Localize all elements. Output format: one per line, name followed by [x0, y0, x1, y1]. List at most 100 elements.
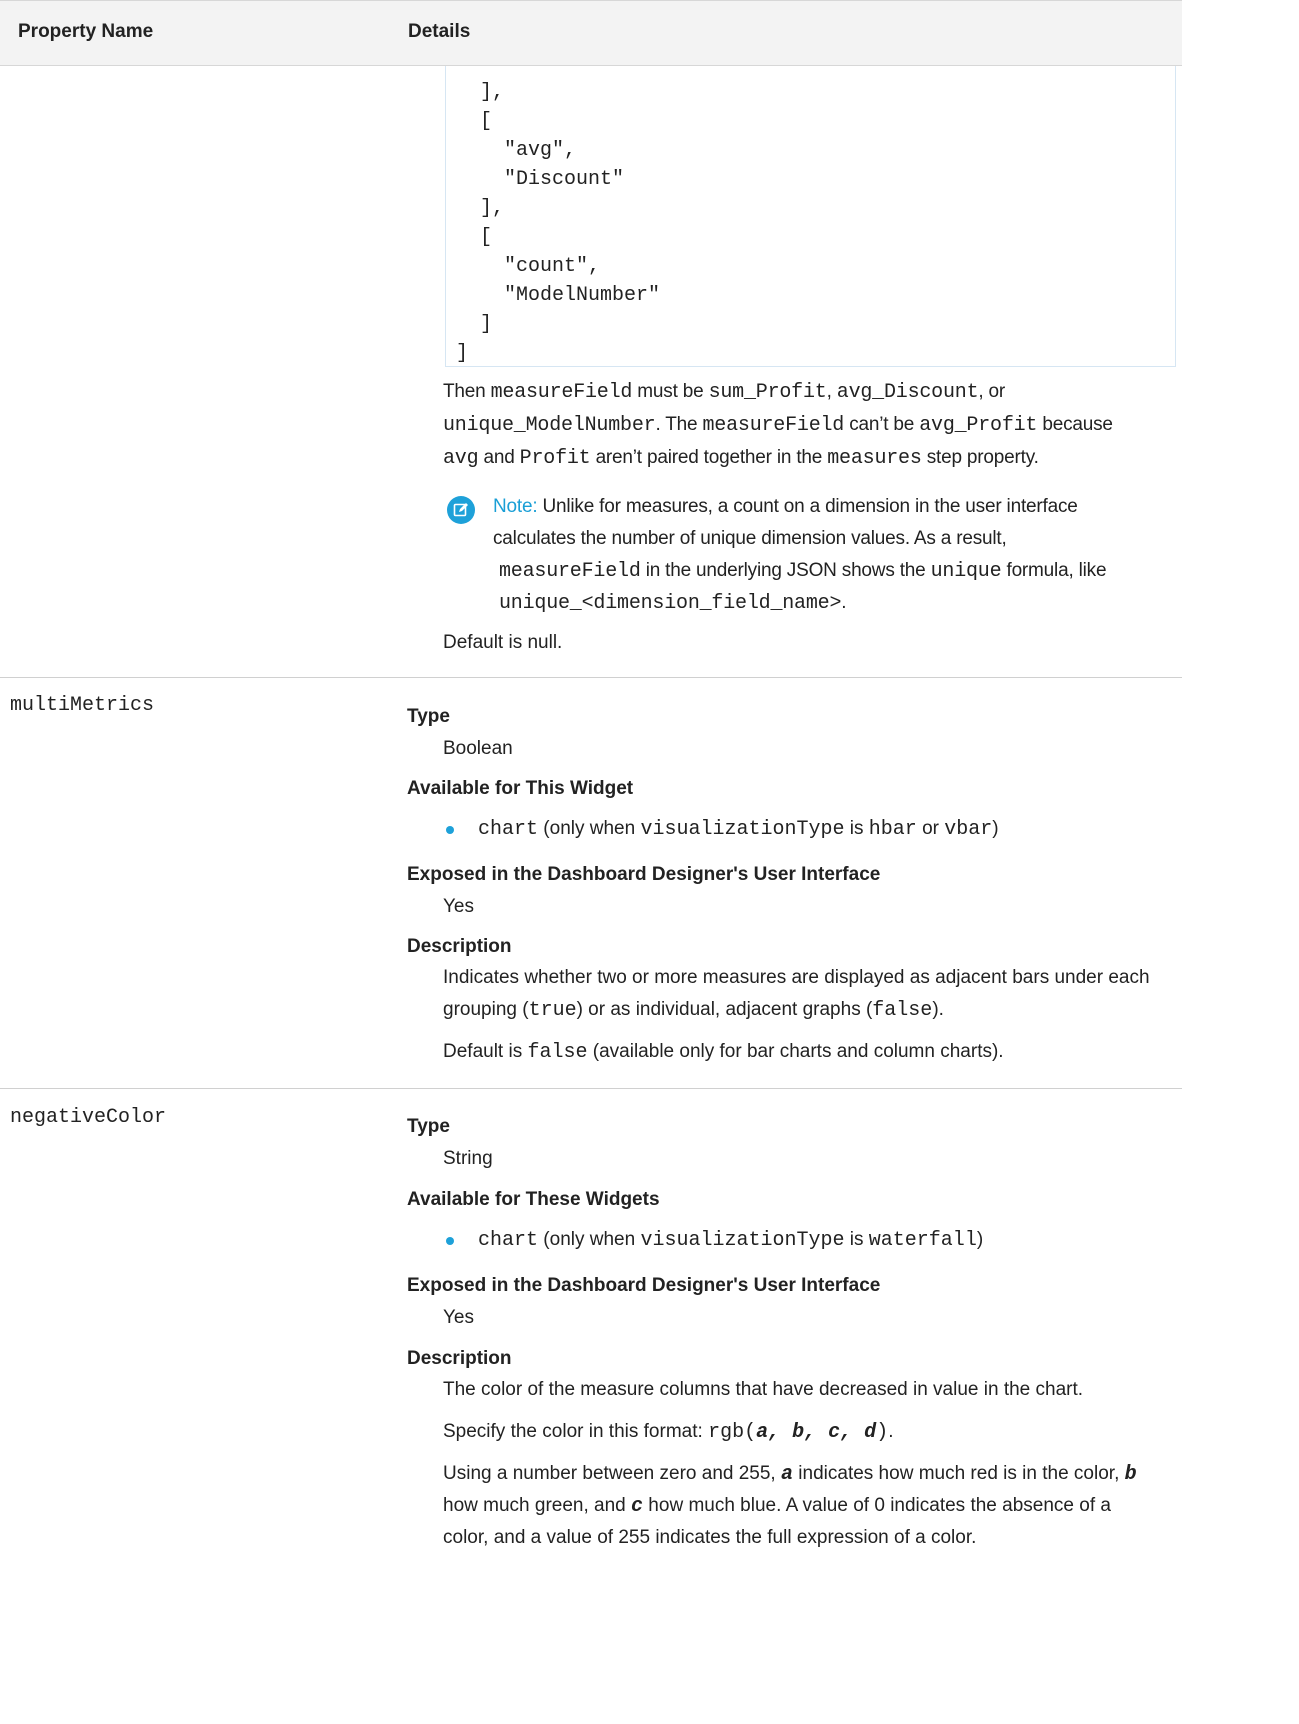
type-label: Type	[407, 1116, 450, 1137]
text: is	[844, 1229, 869, 1250]
text: ) or as individual, adjacent graphs (	[576, 999, 873, 1020]
code-unique-dimension: unique_<dimension_field_name>	[499, 592, 842, 615]
description-line: The color of the measure columns that ha…	[443, 1379, 1084, 1400]
property-table: Property Name Details ], [ "avg", "Disco…	[0, 0, 1182, 1724]
text: )	[992, 818, 999, 839]
format-line: Specify the color in this format: rgb(a,…	[443, 1421, 893, 1444]
code-line: [	[456, 226, 493, 249]
text: (only when	[538, 818, 641, 839]
text: . The	[655, 414, 703, 435]
text: calculates the number of unique dimensio…	[493, 528, 1007, 549]
bullet-dot-icon	[446, 1237, 454, 1245]
default-null-text: Default is null.	[443, 632, 563, 653]
code-avg-discount: avg_Discount	[836, 381, 979, 404]
code-rgb: rgb(	[708, 1421, 757, 1444]
text: aren’t paired together in the	[590, 447, 828, 468]
text: Default is	[443, 1041, 528, 1062]
code-unique-modelnumber: unique_ModelNumber	[443, 414, 656, 437]
text: Specify the color in this format:	[443, 1421, 709, 1442]
type-value: String	[443, 1148, 493, 1169]
code-measurefield: measureField	[499, 560, 641, 583]
usage-line: Using a number between zero and 255, a i…	[443, 1463, 1137, 1486]
text: (available only for bar charts and colum…	[587, 1041, 1004, 1062]
code-sum-profit: sum_Profit	[708, 381, 827, 404]
text: ).	[932, 999, 944, 1020]
code-line: ]	[456, 313, 493, 336]
code-measurefield: measureField	[490, 381, 633, 404]
text: because	[1037, 414, 1113, 435]
text: ,	[826, 381, 837, 402]
default-value-text: Default is false (available only for bar…	[443, 1041, 1004, 1064]
usage-line: color, and a value of 255 indicates the …	[443, 1527, 977, 1548]
description-line: grouping (true) or as individual, adjace…	[443, 999, 944, 1022]
text: (only when	[538, 1229, 641, 1250]
code-measures: measures	[827, 447, 922, 470]
var-d: d	[864, 1421, 877, 1444]
code-block: ], [ "avg", "Discount" ], [ "count", "Mo…	[445, 66, 1176, 367]
description-label: Description	[407, 1348, 512, 1369]
code-chart: chart	[478, 818, 539, 841]
row-divider	[0, 1088, 1182, 1089]
text: indicates how much red is in the color,	[793, 1463, 1125, 1484]
text: must be	[632, 381, 709, 402]
var-a: a	[781, 1463, 794, 1486]
text: .	[841, 592, 847, 613]
text: can’t be	[844, 414, 920, 435]
var-c: c	[828, 1421, 841, 1444]
type-value: Boolean	[443, 738, 513, 759]
exposed-label: Exposed in the Dashboard Designer's User…	[407, 1275, 881, 1296]
code-chart: chart	[478, 1229, 539, 1252]
var-b: b	[1124, 1463, 1137, 1486]
code-avg-profit: avg_Profit	[919, 414, 1038, 437]
code-line: "avg",	[456, 139, 577, 162]
code-false: false	[872, 999, 933, 1022]
description-label: Description	[407, 936, 512, 957]
var-c: c	[631, 1495, 644, 1518]
code-vbar: vbar	[944, 818, 993, 841]
text: Then	[443, 381, 491, 402]
property-name-negativecolor: negativeColor	[10, 1106, 167, 1129]
available-label: Available for This Widget	[407, 778, 634, 799]
code-waterfall: waterfall	[868, 1229, 977, 1252]
text: how much blue. A value of 0 indicates th…	[643, 1495, 1111, 1516]
edit-pencil-icon	[447, 496, 475, 524]
column-header-property-name: Property Name	[18, 21, 154, 42]
code-true: true	[528, 999, 577, 1022]
note-callout: Note: Unlike for measures, a count on a …	[493, 492, 1183, 622]
available-label: Available for These Widgets	[407, 1189, 660, 1210]
code-unique: unique	[930, 560, 1002, 583]
text: step property.	[921, 447, 1039, 468]
text: in the underlying JSON shows the	[640, 560, 931, 581]
text: ,	[840, 1421, 865, 1444]
available-value: chart (only when visualizationType is hb…	[478, 818, 999, 841]
code-line: ],	[456, 81, 505, 104]
text: Using a number between zero and 255,	[443, 1463, 781, 1484]
measure-field-paragraph: Then measureField must be sum_Profit, av…	[443, 377, 1181, 477]
code-block-text: ], [ "avg", "Discount" ], [ "count", "Mo…	[456, 78, 660, 368]
row-divider	[0, 677, 1182, 678]
text: ,	[768, 1421, 793, 1444]
var-b: b	[792, 1421, 805, 1444]
column-header-details: Details	[408, 21, 471, 42]
code-profit: Profit	[519, 447, 591, 470]
code-measurefield: measureField	[702, 414, 845, 437]
code-paren: )	[876, 1421, 889, 1444]
text: Unlike for measures, a count on a dimens…	[537, 496, 1078, 517]
text: and	[478, 447, 520, 468]
code-line: [	[456, 110, 493, 133]
code-hbar: hbar	[868, 818, 917, 841]
bullet-dot-icon	[446, 826, 454, 834]
usage-line: how much green, and c how much blue. A v…	[443, 1495, 1111, 1518]
exposed-value: Yes	[443, 896, 474, 917]
var-a: a	[756, 1421, 769, 1444]
description-line: Indicates whether two or more measures a…	[443, 967, 1150, 988]
code-visualizationtype: visualizationType	[640, 1229, 845, 1252]
type-label: Type	[407, 706, 450, 727]
code-false: false	[527, 1041, 588, 1064]
exposed-value: Yes	[443, 1307, 474, 1328]
code-line: ]	[456, 342, 469, 365]
available-value: chart (only when visualizationType is wa…	[478, 1229, 983, 1252]
table-header: Property Name Details	[0, 0, 1182, 66]
code-line: ],	[456, 197, 505, 220]
text: .	[888, 1421, 894, 1442]
